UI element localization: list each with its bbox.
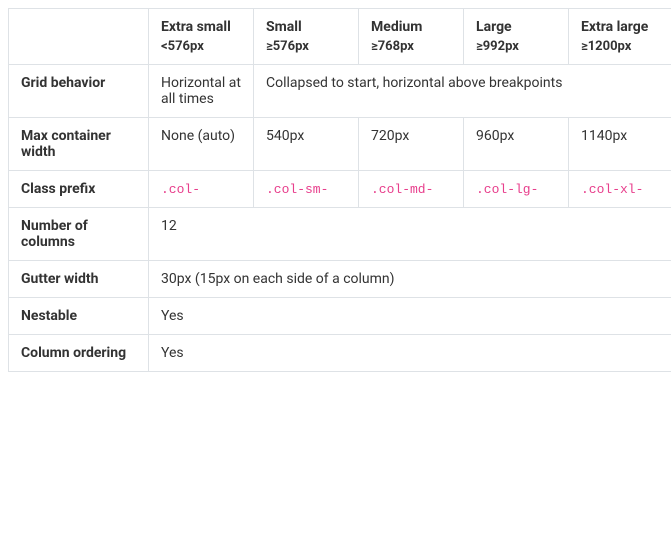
cell-class-prefix-xl: .col-xl- — [569, 171, 671, 208]
header-xs: Extra small <576px — [149, 9, 254, 65]
row-label-nestable: Nestable — [9, 298, 149, 335]
cell-class-prefix-xs: .col- — [149, 171, 254, 208]
header-sm: Small ≥576px — [254, 9, 359, 65]
cell-max-width-md: 720px — [359, 118, 464, 171]
table-row: Class prefix .col- .col-sm- .col-md- .co… — [9, 171, 671, 208]
table-header-row: Extra small <576px Small ≥576px Medium ≥… — [9, 9, 671, 65]
table-row: Column ordering Yes — [9, 335, 671, 372]
cell-grid-behavior-xs: Horizontal at all times — [149, 65, 254, 118]
cell-grid-behavior-rest: Collapsed to start, horizontal above bre… — [254, 65, 671, 118]
table-row: Grid behavior Horizontal at all times Co… — [9, 65, 671, 118]
cell-gutter-width: 30px (15px on each side of a column) — [149, 261, 671, 298]
row-label-grid-behavior: Grid behavior — [9, 65, 149, 118]
code-prefix-sm: .col-sm- — [266, 182, 328, 197]
header-title: Extra small — [161, 19, 231, 35]
header-sub: ≥768px — [371, 39, 451, 54]
header-title: Medium — [371, 19, 422, 35]
header-md: Medium ≥768px — [359, 9, 464, 65]
table-row: Number of columns 12 — [9, 208, 671, 261]
cell-max-width-lg: 960px — [464, 118, 569, 171]
cell-max-width-xs: None (auto) — [149, 118, 254, 171]
code-prefix-lg: .col-lg- — [476, 182, 538, 197]
cell-max-width-xl: 1140px — [569, 118, 671, 171]
cell-max-width-sm: 540px — [254, 118, 359, 171]
header-sub: <576px — [161, 39, 241, 54]
cell-column-ordering: Yes — [149, 335, 671, 372]
cell-class-prefix-sm: .col-sm- — [254, 171, 359, 208]
header-lg: Large ≥992px — [464, 9, 569, 65]
row-label-class-prefix: Class prefix — [9, 171, 149, 208]
header-title: Small — [266, 19, 302, 35]
cell-num-columns: 12 — [149, 208, 671, 261]
cell-nestable: Yes — [149, 298, 671, 335]
header-sub: ≥1200px — [581, 39, 661, 54]
header-title: Extra large — [581, 19, 648, 35]
row-label-column-ordering: Column ordering — [9, 335, 149, 372]
header-sub: ≥992px — [476, 39, 556, 54]
row-label-max-width: Max container width — [9, 118, 149, 171]
header-sub: ≥576px — [266, 39, 346, 54]
header-title: Large — [476, 19, 512, 35]
code-prefix-xl: .col-xl- — [581, 182, 643, 197]
grid-options-table: Extra small <576px Small ≥576px Medium ≥… — [8, 8, 671, 372]
row-label-num-columns: Number of columns — [9, 208, 149, 261]
header-xl: Extra large ≥1200px — [569, 9, 671, 65]
header-blank — [9, 9, 149, 65]
code-prefix-xs: .col- — [161, 182, 200, 197]
row-label-gutter-width: Gutter width — [9, 261, 149, 298]
cell-class-prefix-lg: .col-lg- — [464, 171, 569, 208]
cell-class-prefix-md: .col-md- — [359, 171, 464, 208]
table-row: Nestable Yes — [9, 298, 671, 335]
table-row: Max container width None (auto) 540px 72… — [9, 118, 671, 171]
code-prefix-md: .col-md- — [371, 182, 433, 197]
table-row: Gutter width 30px (15px on each side of … — [9, 261, 671, 298]
